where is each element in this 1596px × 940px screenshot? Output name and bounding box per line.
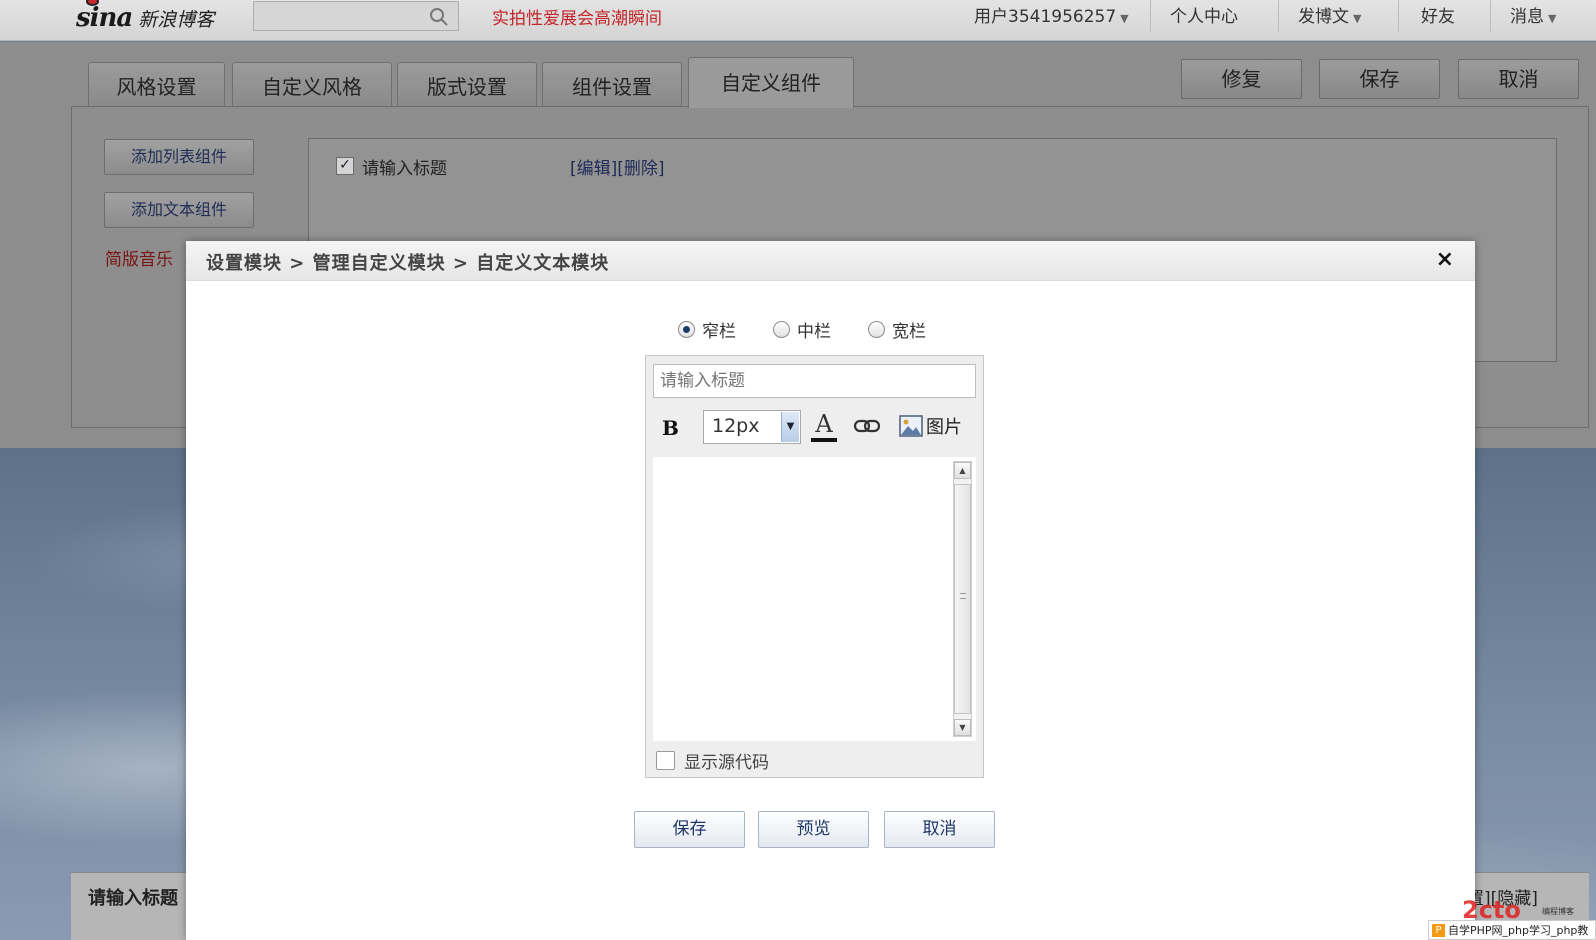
text-editor: B 12px ▼ A 图片 (645, 355, 984, 778)
radio-medium[interactable]: 中栏 (773, 317, 831, 342)
radio-button[interactable] (773, 321, 790, 338)
repair-button[interactable]: 修复 (1181, 59, 1302, 99)
php-site-icon: P (1432, 923, 1445, 937)
watermark-text: 自学PHP网_php学习_php教 (1448, 924, 1589, 937)
watermark-bar: P 自学PHP网_php学习_php教 (1428, 920, 1596, 940)
headline-link[interactable]: 实拍性爱展会高潮瞬间 (492, 4, 662, 29)
add-text-widget-button[interactable]: 添加文本组件 (104, 192, 254, 228)
scroll-down-icon[interactable]: ▼ (954, 719, 971, 736)
chevron-down-icon: ▼ (1120, 12, 1129, 25)
show-source-option[interactable]: 显示源代码 (656, 748, 769, 773)
show-source-checkbox[interactable] (656, 751, 675, 770)
chevron-down-icon: ▼ (1353, 12, 1362, 25)
dialog-save-button[interactable]: 保存 (634, 811, 745, 848)
sina-eye-icon (86, 0, 99, 6)
sina-blog-logo[interactable]: sina 新浪博客 (76, 0, 214, 36)
insert-image-button[interactable]: 图片 (899, 413, 962, 439)
tab-custom-style[interactable]: 自定义风格 (232, 62, 392, 107)
user-name: 用户3541956257 (974, 7, 1117, 27)
font-size-select[interactable]: 12px ▼ (703, 410, 801, 444)
dialog-header[interactable]: 设置模块 > 管理自定义模块 > 自定义文本模块 × (186, 241, 1475, 281)
radio-wide-label: 宽栏 (892, 322, 926, 342)
post-menu[interactable]: 发博文 ▼ (1298, 2, 1361, 27)
radio-button-selected[interactable] (678, 321, 695, 338)
dialog-preview-button[interactable]: 预览 (758, 811, 869, 848)
top-bar: sina 新浪博客 实拍性爱展会高潮瞬间 用户3541956257 ▼ 个人中心 … (0, 0, 1596, 41)
widget-edit-delete-links[interactable]: [编辑][删除] (570, 154, 665, 179)
tab-widget-settings[interactable]: 组件设置 (542, 62, 682, 107)
tab-custom-widget[interactable]: 自定义组件 (688, 57, 854, 108)
custom-text-module-dialog: 设置模块 > 管理自定义模块 > 自定义文本模块 × 窄栏 中栏 宽栏 B 12… (186, 241, 1475, 940)
scroll-up-icon[interactable]: ▲ (954, 462, 971, 479)
radio-medium-label: 中栏 (797, 322, 831, 342)
friends-link[interactable]: 好友 (1421, 2, 1455, 27)
post-label: 发博文 (1298, 7, 1349, 27)
chevron-down-icon: ▼ (1548, 12, 1557, 25)
radio-narrow[interactable]: 窄栏 (678, 317, 736, 342)
radio-narrow-label: 窄栏 (702, 322, 736, 342)
content-textarea[interactable]: ▲ ▼ (653, 457, 976, 741)
sina-logo-text: sina (76, 0, 133, 33)
tab-layout-settings[interactable]: 版式设置 (397, 62, 537, 107)
watermark-caption: 编程博客 (1542, 907, 1574, 916)
title-input[interactable] (653, 364, 976, 398)
tab-style-settings[interactable]: 风格设置 (88, 62, 225, 107)
font-color-swatch (811, 438, 837, 442)
svg-text:2cto: 2cto (1462, 898, 1521, 920)
editor-toolbar: B 12px ▼ A 图片 (646, 404, 983, 454)
radio-wide[interactable]: 宽栏 (868, 317, 926, 342)
scrollbar-thumb[interactable] (954, 484, 971, 714)
user-menu[interactable]: 用户3541956257 ▼ (974, 2, 1129, 27)
blog-name: 新浪博客 (138, 8, 215, 31)
cancel-button[interactable]: 取消 (1458, 59, 1579, 99)
save-button[interactable]: 保存 (1319, 59, 1440, 99)
nav-divider (1490, 0, 1491, 32)
image-label: 图片 (926, 417, 962, 438)
watermark-logo: 2cto (1462, 898, 1521, 920)
font-size-value: 12px (712, 415, 760, 437)
dialog-cancel-button[interactable]: 取消 (884, 811, 995, 848)
add-list-widget-button[interactable]: 添加列表组件 (104, 139, 254, 175)
bottom-module-title: 请输入标题 (88, 888, 178, 909)
font-color-button[interactable]: A (810, 412, 838, 442)
nav-divider (1278, 0, 1279, 32)
editor-scrollbar[interactable]: ▲ ▼ (953, 461, 972, 737)
font-color-icon: A (815, 410, 833, 438)
nav-divider (1398, 0, 1399, 32)
messages-label: 消息 (1510, 7, 1544, 27)
widget-title: 请输入标题 (362, 159, 447, 179)
search-input[interactable] (253, 1, 459, 31)
bold-button[interactable]: B (662, 416, 679, 440)
dialog-title: 设置模块 > 管理自定义模块 > 自定义文本模块 (206, 253, 610, 274)
close-icon[interactable]: × (1436, 247, 1454, 272)
messages-menu[interactable]: 消息 ▼ (1510, 2, 1556, 27)
radio-button[interactable] (868, 321, 885, 338)
chevron-down-icon[interactable]: ▼ (781, 412, 799, 442)
scrollbar-grip (960, 593, 966, 599)
image-icon (899, 415, 923, 437)
simple-music-link[interactable]: 简版音乐 (105, 245, 173, 270)
link-icon[interactable] (853, 415, 881, 437)
personal-center-link[interactable]: 个人中心 (1170, 2, 1238, 27)
widget-checkbox[interactable]: ✓ (336, 157, 354, 175)
nav-divider (1150, 0, 1151, 32)
show-source-label: 显示源代码 (684, 753, 769, 773)
search-icon[interactable] (429, 7, 449, 27)
